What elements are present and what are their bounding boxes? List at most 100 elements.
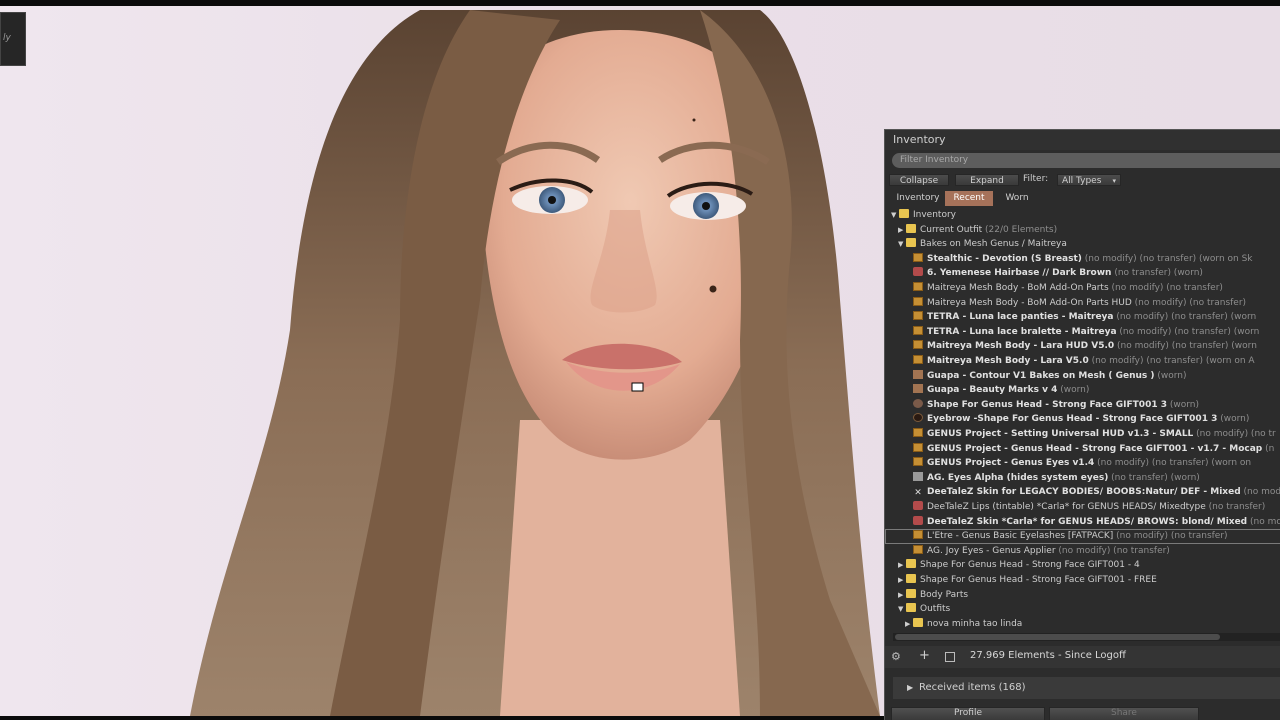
share-button[interactable]: Share [1049, 707, 1199, 720]
mouse-cursor [631, 382, 644, 392]
inventory-row[interactable]: ▶ Body Parts [885, 588, 1280, 603]
filter-type-dropdown[interactable]: All Types ▾ [1057, 174, 1121, 186]
add-icon[interactable]: + [919, 648, 930, 663]
expand-arrow-icon[interactable]: ▶ [905, 617, 913, 631]
filter-inventory-input[interactable]: Filter Inventory [892, 153, 1280, 168]
item-name: Maitreya Mesh Body - Lara V5.0 [927, 356, 1089, 366]
box-icon [913, 252, 923, 262]
chevron-down-icon: ▾ [1112, 177, 1116, 185]
item-name: TETRA - Luna lace panties - Maitreya [927, 312, 1114, 323]
item-status: (no transfer) (worn) [1111, 268, 1203, 279]
inventory-row[interactable]: Eyebrow -Shape For Genus Head - Strong F… [885, 412, 1280, 427]
received-items-label: Received items (168) [919, 682, 1026, 693]
inventory-row[interactable]: ✕ DeeTaleZ Skin for LEGACY BODIES/ BOOBS:… [885, 485, 1280, 500]
skin-icon [913, 267, 923, 277]
box-icon [913, 296, 923, 306]
inventory-row[interactable]: GENUS Project - Genus Head - Strong Face… [885, 442, 1280, 457]
trash-icon[interactable] [945, 652, 955, 662]
inventory-row[interactable]: Stealthic - Devotion (S Breast) (no modi… [885, 252, 1280, 267]
expand-arrow-icon[interactable]: ▶ [898, 223, 906, 237]
item-status: (no mod [1240, 487, 1280, 498]
skin-icon [913, 501, 923, 510]
top-black-bar [0, 0, 1280, 6]
inventory-row[interactable]: Maitreya Mesh Body - Lara V5.0 (no modif… [885, 354, 1280, 369]
inventory-row[interactable]: GENUS Project - Setting Universal HUD v1… [885, 427, 1280, 442]
inventory-row[interactable]: GENUS Project - Genus Eyes v1.4 (no modi… [885, 456, 1280, 471]
inventory-row[interactable]: AG. Eyes Alpha (hides system eyes) (no t… [885, 471, 1280, 486]
tab-inventory[interactable]: Inventory [893, 191, 943, 206]
body-icon [913, 369, 923, 379]
body-icon [913, 384, 923, 394]
item-name: DeeTaleZ Skin for LEGACY BODIES/ BOOBS:N… [927, 487, 1241, 498]
alpha-icon [913, 471, 923, 481]
item-name: Guapa - Contour V1 Bakes on Mesh ( Genus… [927, 370, 1155, 381]
inventory-row[interactable]: AG. Joy Eyes - Genus Applier (no modify)… [885, 544, 1280, 559]
expand-button[interactable]: Expand [955, 174, 1019, 186]
expand-arrow-icon[interactable]: ▶ [898, 558, 906, 572]
item-status: (no modify) (no transfer) [1055, 545, 1170, 556]
item-status: (worn) [1154, 370, 1187, 381]
item-status: (no modify) (no transfer) (worn [1116, 326, 1260, 337]
box-icon [913, 325, 923, 335]
item-name: GENUS Project - Genus Head - Strong Face… [927, 443, 1263, 454]
inventory-row[interactable]: ▶ nova minha tao linda [885, 617, 1280, 632]
received-items-header[interactable]: ▶ Received items (168) [893, 677, 1280, 699]
inventory-row[interactable]: Guapa - Contour V1 Bakes on Mesh ( Genus… [885, 369, 1280, 384]
inventory-row[interactable]: Maitreya Mesh Body - BoM Add-On Parts HU… [885, 296, 1280, 311]
inventory-row[interactable]: DeeTaleZ Skin *Carla* for GENUS HEADS/ B… [885, 515, 1280, 530]
inventory-row[interactable]: ▼ Inventory [885, 208, 1280, 223]
inventory-row[interactable]: Maitreya Mesh Body - BoM Add-On Parts (n… [885, 281, 1280, 296]
expand-arrow-icon[interactable]: ▶ [898, 588, 906, 602]
item-status: (worn) [1217, 414, 1250, 425]
element-count: 27.969 Elements - Since Logoff [970, 650, 1126, 661]
tab-recent[interactable]: Recent [945, 191, 993, 206]
item-name: Maitreya Mesh Body - BoM Add-On Parts [927, 283, 1109, 293]
item-status: (no modify) (no transfer) (worn on A [1088, 356, 1255, 366]
inventory-row[interactable]: Shape For Genus Head - Strong Face GIFT0… [885, 398, 1280, 413]
inventory-row[interactable]: DeeTaleZ Lips (tintable) *Carla* for GEN… [885, 500, 1280, 515]
collapse-arrow-icon[interactable]: ▼ [898, 237, 906, 251]
folder-icon [913, 617, 923, 627]
item-status: (no transfer) (worn) [1108, 472, 1200, 483]
item-status: (no modify) (no transfer) (worn [1114, 341, 1257, 352]
inventory-row[interactable]: TETRA - Luna lace panties - Maitreya (no… [885, 310, 1280, 325]
item-name: Maitreya Mesh Body - BoM Add-On Parts HU… [927, 297, 1132, 308]
item-name: Shape For Genus Head - Strong Face GIFT0… [920, 560, 1140, 571]
inventory-row[interactable]: L'Etre - Genus Basic Eyelashes [FATPACK]… [885, 529, 1280, 544]
inventory-row[interactable]: ▶ Shape For Genus Head - Strong Face GIFT… [885, 573, 1280, 588]
item-name: Inventory [913, 210, 956, 220]
inventory-row[interactable]: Maitreya Mesh Body - Lara HUD V5.0 (no m… [885, 339, 1280, 354]
horizontal-scrollbar-thumb[interactable] [895, 634, 1220, 640]
item-status: (no modify) (no transfer) [1108, 283, 1223, 293]
collapse-arrow-icon[interactable]: ▼ [898, 602, 906, 616]
item-status: (worn) [1167, 399, 1199, 410]
item-name: AG. Joy Eyes - Genus Applier [927, 545, 1056, 556]
item-name: Stealthic - Devotion (S Breast) [927, 253, 1082, 264]
profile-button[interactable]: Profile [891, 707, 1045, 720]
folder-icon [906, 603, 916, 613]
expand-arrow-icon[interactable]: ▶ [898, 573, 906, 587]
logo: ly [0, 12, 26, 66]
collapse-button[interactable]: Collapse [889, 174, 949, 186]
item-status: (no modify) (no transfer) (worn [1113, 312, 1257, 323]
inventory-row[interactable]: ▼ Outfits [885, 602, 1280, 617]
inventory-window[interactable]: Inventory Filter Inventory Collapse Expa… [884, 129, 1280, 720]
folder-icon [906, 588, 916, 598]
item-status: (no modify) (no transfer) [1131, 297, 1247, 308]
item-name: nova minha tao linda [927, 618, 1023, 629]
item-status: (no modify) (no transfer) (worn on [1094, 458, 1252, 469]
inventory-toolbar: ⚙ + 27.969 Elements - Since Logoff [885, 646, 1280, 668]
inventory-row[interactable]: ▶ Shape For Genus Head - Strong Face GIFT… [885, 558, 1280, 573]
box-icon [913, 442, 923, 452]
gear-icon[interactable]: ⚙ [891, 650, 901, 663]
inventory-row[interactable]: TETRA - Luna lace bralette - Maitreya (n… [885, 325, 1280, 340]
collapse-arrow-icon[interactable]: ▼ [891, 208, 899, 222]
inventory-tree[interactable]: ▼ Inventory ▶ Current Outfit (22/0 Elements… [885, 208, 1280, 633]
tab-worn[interactable]: Worn [995, 191, 1039, 206]
inventory-row[interactable]: Guapa - Beauty Marks v 4 (worn) [885, 383, 1280, 398]
box-icon [913, 530, 923, 540]
inventory-row[interactable]: 6. Yemenese Hairbase // Dark Brown (no t… [885, 266, 1280, 281]
inventory-row[interactable]: ▶ Current Outfit (22/0 Elements) [885, 223, 1280, 238]
inventory-row[interactable]: ▼ Bakes on Mesh Genus / Maitreya [885, 237, 1280, 252]
window-title[interactable]: Inventory [885, 130, 1280, 150]
